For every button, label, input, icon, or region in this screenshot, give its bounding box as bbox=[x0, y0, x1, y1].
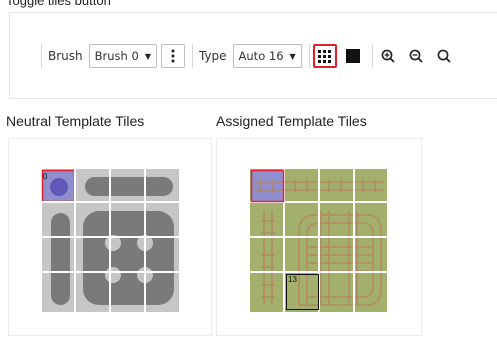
toggle-tiles-button[interactable] bbox=[312, 44, 337, 68]
type-select[interactable]: Auto 16 ▼ bbox=[232, 44, 302, 68]
zoom-in-icon bbox=[381, 49, 395, 63]
zoom-out-button[interactable] bbox=[403, 44, 428, 68]
toggle-contrast-button[interactable] bbox=[340, 44, 365, 68]
brush-select[interactable]: Brush 0 ▼ bbox=[88, 44, 157, 68]
search-icon bbox=[437, 49, 451, 63]
assigned-tiles-panel: 13 bbox=[216, 138, 422, 336]
zoom-out-icon bbox=[409, 49, 423, 63]
assigned-tiles-title: Assigned Template Tiles bbox=[216, 113, 367, 129]
zoom-in-button[interactable] bbox=[375, 44, 400, 68]
neutral-tileset[interactable]: 0 bbox=[9, 139, 213, 337]
neutral-tiles-panel: 0 bbox=[8, 138, 212, 336]
toolbar-separator bbox=[41, 44, 42, 68]
toolbar-separator bbox=[308, 44, 310, 68]
chevron-down-icon: ▼ bbox=[144, 51, 151, 61]
contrast-icon bbox=[345, 49, 360, 63]
brush-options-button[interactable] bbox=[160, 44, 185, 68]
tile-index-label: 13 bbox=[288, 275, 297, 284]
zoom-reset-button[interactable] bbox=[431, 44, 456, 68]
grid-icon bbox=[318, 49, 332, 63]
type-select-value: Auto 16 bbox=[238, 49, 284, 63]
toggle-tiles-caption: Toggle tiles button bbox=[6, 0, 111, 8]
toolbar-panel: Brush Brush 0 ▼ Type Auto 16 ▼ bbox=[9, 12, 497, 99]
toolbar-separator bbox=[191, 44, 193, 68]
brush-select-value: Brush 0 bbox=[94, 49, 139, 63]
type-label: Type bbox=[198, 49, 227, 63]
toolbar-separator bbox=[371, 44, 373, 68]
neutral-tiles-title: Neutral Template Tiles bbox=[6, 113, 145, 129]
tile-index-label: 0 bbox=[43, 172, 48, 181]
more-vertical-icon bbox=[171, 49, 175, 63]
brush-label: Brush bbox=[48, 49, 83, 63]
chevron-down-icon: ▼ bbox=[289, 51, 296, 61]
toolbar: Brush Brush 0 ▼ Type Auto 16 ▼ bbox=[38, 41, 460, 71]
assigned-tileset[interactable]: 13 bbox=[217, 139, 423, 337]
